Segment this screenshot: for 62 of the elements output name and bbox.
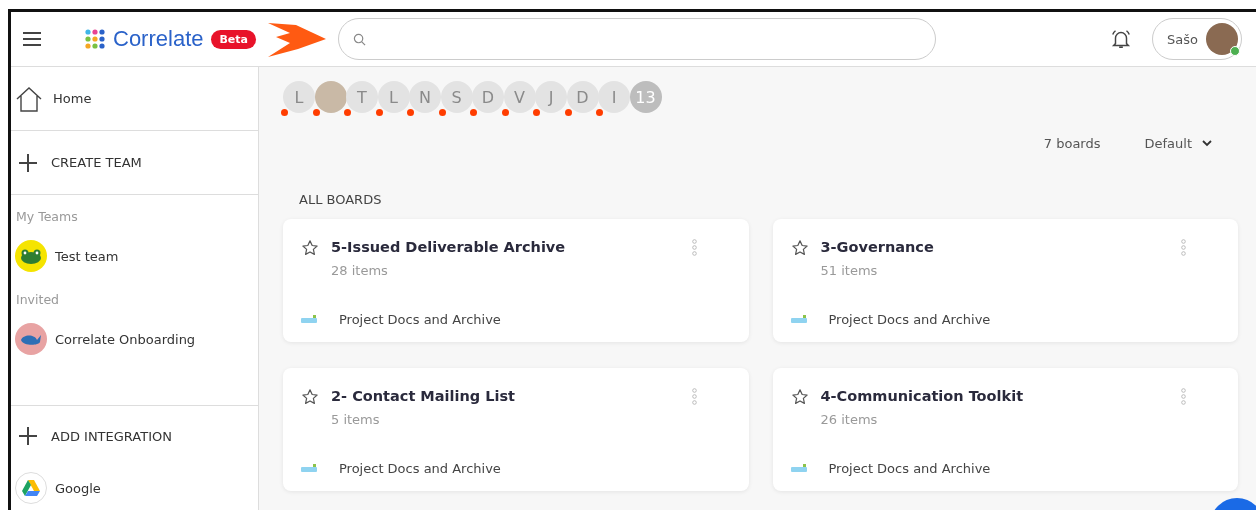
- member-photo-placeholder[interactable]: [314, 81, 347, 113]
- board-title: 2- Contact Mailing List: [331, 388, 517, 406]
- item-count: 51 items: [820, 263, 879, 278]
- team-name: Project Docs and Archive: [339, 311, 501, 327]
- status-dot: [375, 109, 383, 116]
- item-count: 28 items: [331, 263, 389, 278]
- board-card[interactable]: 2- Contact Mailing List 5 items Project Docs and Archive: [283, 368, 749, 491]
- status-dot: [533, 109, 540, 116]
- kebab-icon: [1181, 239, 1186, 256]
- plus-icon: [19, 153, 37, 172]
- section-heading: Invited: [15, 291, 60, 309]
- status-dot: [344, 109, 351, 116]
- item-count: 5 items: [331, 412, 381, 427]
- star-icon[interactable]: [301, 388, 319, 406]
- logo-icon: [85, 29, 105, 49]
- add-integration-button[interactable]: ADD INTEGRATION: [11, 406, 258, 466]
- star-icon[interactable]: [301, 239, 319, 257]
- board-card[interactable]: 5-Issued Deliverable Archive 28 items Project Docs and Archive: [283, 219, 749, 342]
- star-icon[interactable]: [790, 239, 809, 257]
- kebab-icon: [691, 239, 697, 256]
- beta-badge: Beta: [211, 30, 256, 49]
- drive-icon: [15, 472, 47, 504]
- star-icon[interactable]: [790, 388, 809, 406]
- sort-dropdown[interactable]: Default: [1138, 135, 1218, 152]
- board-card[interactable]: 3-Governance 51 items Project Docs and Archive: [772, 219, 1238, 342]
- create-team-button[interactable]: CREATE TEAM: [11, 131, 258, 195]
- user-name: Sašo: [1167, 31, 1198, 47]
- status-dot: [407, 109, 414, 116]
- status-dot: [596, 109, 603, 116]
- search-icon: [353, 32, 366, 46]
- integration-item[interactable]: Google: [11, 466, 105, 510]
- team-logo-icon: [301, 315, 317, 323]
- team-name: Project Docs and Archive: [828, 460, 991, 476]
- team-logo-icon: [790, 464, 807, 472]
- kebab-icon: [1181, 388, 1186, 405]
- menu-icon: [23, 32, 41, 46]
- team-logo-icon: [301, 464, 317, 472]
- board-title: 3-Governance: [820, 239, 935, 257]
- section-heading: My Teams: [15, 208, 79, 226]
- section-heading: ALL BOARDS: [299, 192, 383, 207]
- status-dot: [281, 109, 288, 116]
- team-item[interactable]: Test team: [11, 234, 123, 278]
- status-dot: [470, 109, 477, 116]
- team-name: Project Docs and Archive: [828, 311, 991, 327]
- board-title: 4-Communication Toolkit: [820, 388, 1025, 406]
- status-dot: [501, 109, 509, 116]
- home-button[interactable]: Home: [11, 67, 258, 131]
- chevron-down-icon: [1202, 140, 1212, 147]
- bell-icon[interactable]: [1110, 28, 1133, 50]
- status-dot: [312, 109, 320, 116]
- plus-icon: [19, 427, 37, 445]
- board-count: 7 boards: [1043, 136, 1101, 151]
- board-card[interactable]: 4-Communication Toolkit 26 items Project Docs and Archive: [772, 368, 1238, 491]
- item-count: 26 items: [820, 412, 879, 427]
- board-title: 5-Issued Deliverable Archive: [331, 239, 567, 257]
- team-logo-icon: [790, 315, 807, 323]
- status-dot: [438, 109, 446, 116]
- kebab-icon: [691, 388, 697, 405]
- status-dot: [564, 109, 572, 116]
- team-name: Project Docs and Archive: [339, 460, 501, 476]
- app-name: Correlate: [113, 26, 204, 52]
- team-item[interactable]: Correlate Onboarding: [11, 317, 200, 361]
